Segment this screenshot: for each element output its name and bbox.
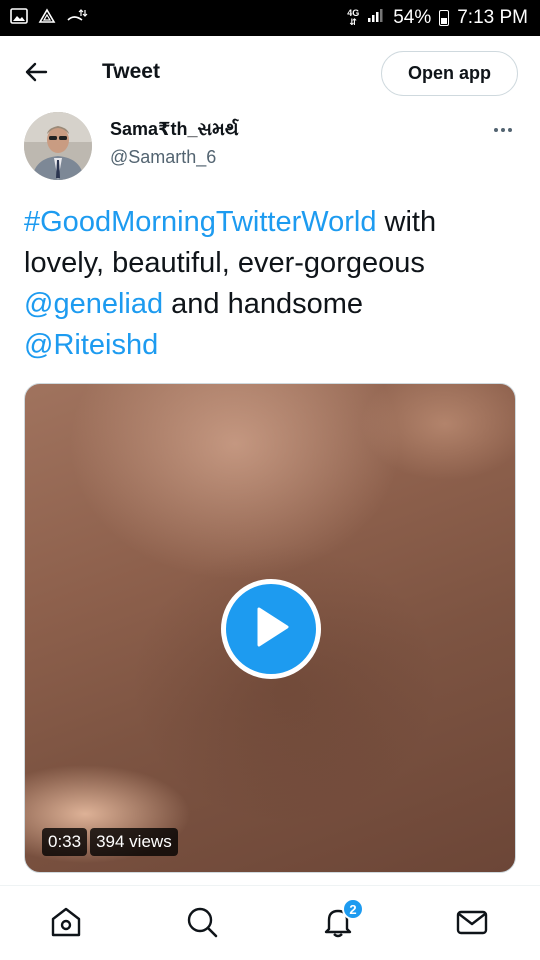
- bottom-navigation: 2: [0, 885, 540, 960]
- data-transfer-icon: [66, 8, 88, 29]
- notification-count-badge: 2: [342, 898, 364, 920]
- tweet-text: #GoodMorningTwitterWorld with lovely, be…: [24, 202, 520, 366]
- mention-link-geneliad[interactable]: @geneliad: [24, 288, 163, 320]
- status-icons-left: [10, 8, 88, 29]
- battery-icon: [439, 10, 450, 26]
- network-type: 4G ⇵: [347, 8, 360, 27]
- nav-notifications[interactable]: 2: [318, 898, 364, 944]
- mail-icon: [455, 905, 489, 944]
- video-player[interactable]: 0:33 394 views: [24, 383, 516, 873]
- video-info: 0:33 394 views: [42, 828, 178, 856]
- clock: 7:13 PM: [457, 7, 528, 28]
- tweet-author: Sama₹th_સમર્થ @Samarth_6: [24, 112, 524, 182]
- home-icon: [49, 905, 83, 944]
- more-dot-icon: [501, 128, 505, 132]
- video-duration: 0:33: [42, 828, 88, 856]
- gallery-icon: [10, 8, 28, 29]
- status-bar: 4G ⇵ 54% 7:13 PM: [0, 0, 540, 36]
- page-title: Tweet: [102, 60, 160, 83]
- top-header: Tweet Open app: [0, 36, 540, 110]
- author-name[interactable]: Sama₹th_સમર્થ: [110, 119, 239, 140]
- tweet-text-part: and handsome: [163, 288, 364, 320]
- hashtag-link[interactable]: #GoodMorningTwitterWorld: [24, 206, 376, 238]
- nav-home[interactable]: [46, 904, 86, 944]
- mention-link-riteishd[interactable]: @Riteishd: [24, 329, 158, 361]
- more-dot-icon: [494, 128, 498, 132]
- video-views: 394 views: [90, 828, 178, 856]
- nav-search[interactable]: [182, 904, 222, 944]
- more-options-button[interactable]: [488, 118, 518, 142]
- drive-icon: [38, 8, 56, 29]
- more-dot-icon: [508, 128, 512, 132]
- back-arrow-icon: [24, 61, 48, 88]
- status-icons-right: 4G ⇵ 54% 7:13 PM: [347, 0, 528, 36]
- play-button[interactable]: [221, 579, 321, 679]
- battery-percent: 54%: [393, 7, 432, 28]
- signal-icon: [367, 7, 385, 29]
- search-icon: [185, 905, 219, 944]
- play-icon: [251, 605, 291, 654]
- back-button[interactable]: [18, 56, 54, 92]
- avatar[interactable]: [24, 112, 92, 180]
- author-handle[interactable]: @Samarth_6: [110, 147, 216, 168]
- open-app-button[interactable]: Open app: [381, 51, 518, 96]
- nav-messages[interactable]: [452, 904, 492, 944]
